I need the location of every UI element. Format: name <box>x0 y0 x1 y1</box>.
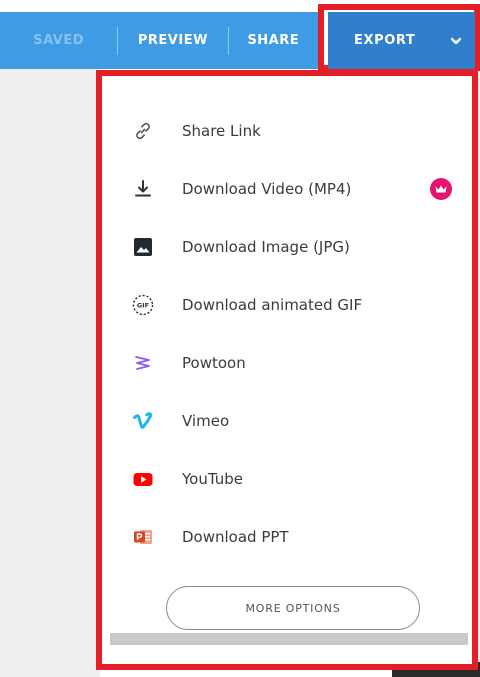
chevron-down-icon[interactable] <box>449 34 463 48</box>
powerpoint-icon <box>132 526 154 548</box>
menu-item-label: YouTube <box>182 470 243 488</box>
link-icon <box>132 120 154 142</box>
menu-item-download-gif[interactable]: GIF Download animated GIF <box>108 276 470 334</box>
menu-item-powtoon[interactable]: Powtoon <box>108 334 470 392</box>
saved-status: SAVED <box>33 33 85 48</box>
more-options-button[interactable]: MORE OPTIONS <box>166 586 420 630</box>
menu-item-label: Powtoon <box>182 354 246 372</box>
page-background <box>0 69 100 677</box>
crown-icon <box>430 178 452 200</box>
powtoon-logo-icon <box>132 352 154 374</box>
menu-item-label: Download Video (MP4) <box>182 180 352 198</box>
menu-item-label: Download animated GIF <box>182 296 363 314</box>
export-label: EXPORT <box>354 33 416 48</box>
toolbar-actions: SAVED PREVIEW SHARE <box>0 12 318 69</box>
menu-item-share-link[interactable]: Share Link <box>108 102 470 160</box>
export-button[interactable]: EXPORT <box>328 12 475 69</box>
menu-item-label: Download Image (JPG) <box>182 238 350 256</box>
menu-item-label: Download PPT <box>182 528 289 546</box>
menu-item-vimeo[interactable]: Vimeo <box>108 392 470 450</box>
menu-item-label: Vimeo <box>182 412 230 430</box>
image-icon <box>132 236 154 258</box>
youtube-logo-icon <box>132 468 154 490</box>
menu-scroll-edge <box>110 633 468 645</box>
menu-item-youtube[interactable]: YouTube <box>108 450 470 508</box>
menu-item-label: Share Link <box>182 122 261 140</box>
preview-button[interactable]: PREVIEW <box>118 12 227 69</box>
menu-item-download-video[interactable]: Download Video (MP4) <box>108 160 470 218</box>
download-icon <box>132 178 154 200</box>
export-dropdown-menu: Share Link Download Video (MP4) Download… <box>108 76 470 632</box>
gif-icon-text: GIF <box>137 302 149 310</box>
menu-item-download-image[interactable]: Download Image (JPG) <box>108 218 470 276</box>
vimeo-logo-icon <box>132 410 154 432</box>
share-button[interactable]: SHARE <box>229 12 318 69</box>
gif-icon: GIF <box>132 294 154 316</box>
menu-item-download-ppt[interactable]: Download PPT <box>108 508 470 566</box>
